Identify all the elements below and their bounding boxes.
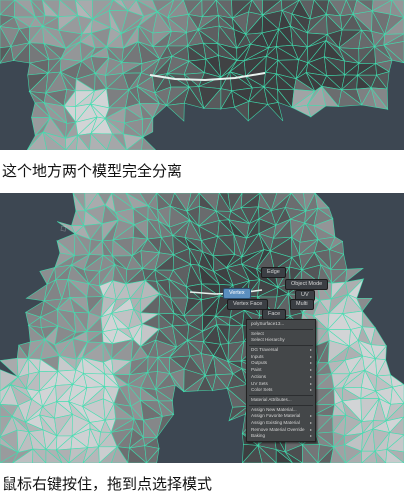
context-menu-item[interactable]: Color Sets ▸ [247,387,315,394]
menu-separator [249,328,313,330]
marking-menu-vertex[interactable]: Vertex [223,288,251,299]
context-menu-item[interactable]: Material Attributes... [247,397,315,404]
viewport-screenshot-1 [0,0,404,150]
context-menu-item[interactable]: Remove Material Override ▸ [247,427,315,434]
context-menu-item[interactable]: Baking ▸ [247,433,315,440]
context-menu-item-label: Paint [251,367,262,373]
context-menu-item-label: DG Traversal [251,347,279,353]
context-menu-item[interactable]: Assign New Material... [247,407,315,414]
caption-first: 这个地方两个模型完全分离 [2,162,183,180]
submenu-arrow-icon: ▸ [309,387,312,393]
context-menu-item[interactable]: DG Traversal ▸ [247,347,315,354]
context-menu: polySurface13... Select Select Hierarchy DG… [246,319,316,442]
context-menu-item-label: Select Hierarchy [251,337,285,343]
submenu-arrow-icon: ▸ [309,360,312,366]
submenu-arrow-icon: ▸ [309,373,312,379]
marking-menu-multi[interactable]: Multi [290,299,314,310]
menu-separator [249,394,313,396]
context-menu-item-label: Assign Favorite Material [251,413,301,419]
context-menu-item[interactable]: Outputs ▸ [247,360,315,367]
submenu-arrow-icon: ▸ [309,353,312,359]
submenu-arrow-icon: ▸ [309,433,312,439]
context-menu-item[interactable]: Paint ▸ [247,367,315,374]
context-menu-item-label: Inputs [251,353,264,359]
marking-menu-object-mode[interactable]: Object Mode [285,279,329,290]
context-menu-item-label: Color Sets [251,387,273,393]
mesh-wireframe-view-2 [0,193,404,463]
submenu-arrow-icon: ▸ [309,347,312,353]
context-menu-item[interactable]: polySurface13... [247,321,315,328]
context-menu-item-label: Assign New Material... [251,406,297,412]
menu-separator [249,345,313,347]
context-menu-item[interactable]: Assign Existing Material ▸ [247,420,315,427]
context-menu-item[interactable]: Select Hierarchy [247,337,315,344]
context-menu-item-label: Actions [251,373,267,379]
context-menu-item-label: UV Sets [251,380,268,386]
context-menu-item[interactable]: UV Sets ▸ [247,381,315,388]
context-menu-item[interactable]: Select [247,331,315,338]
context-menu-item[interactable]: Actions ▸ [247,374,315,381]
context-menu-item-label: Baking [251,433,266,439]
mesh-wireframe-view [0,0,404,150]
context-menu-item-label: polySurface13... [251,321,285,326]
menu-separator [249,404,313,406]
submenu-arrow-icon: ▸ [309,413,312,419]
marking-menu-edge[interactable]: Edge [261,267,286,278]
context-menu-item-label: Remove Material Override [251,426,305,432]
context-menu-item[interactable]: Assign Favorite Material ▸ [247,413,315,420]
caption-second: 鼠标右键按住，拖到点选择模式 [2,475,213,493]
submenu-arrow-icon: ▸ [309,426,312,432]
context-menu-item-label: Outputs [251,360,268,366]
viewport-screenshot-2: Edge Object Mode Vertex UV Vertex Face M… [0,193,404,463]
context-menu-item[interactable]: Inputs ▸ [247,354,315,361]
submenu-arrow-icon: ▸ [309,380,312,386]
context-menu-item-label: Assign Existing Material [251,419,300,425]
context-menu-item-label: Material Attributes... [251,396,292,402]
context-menu-item-label: Select [251,330,264,336]
submenu-arrow-icon: ▸ [309,367,312,373]
submenu-arrow-icon: ▸ [309,419,312,425]
